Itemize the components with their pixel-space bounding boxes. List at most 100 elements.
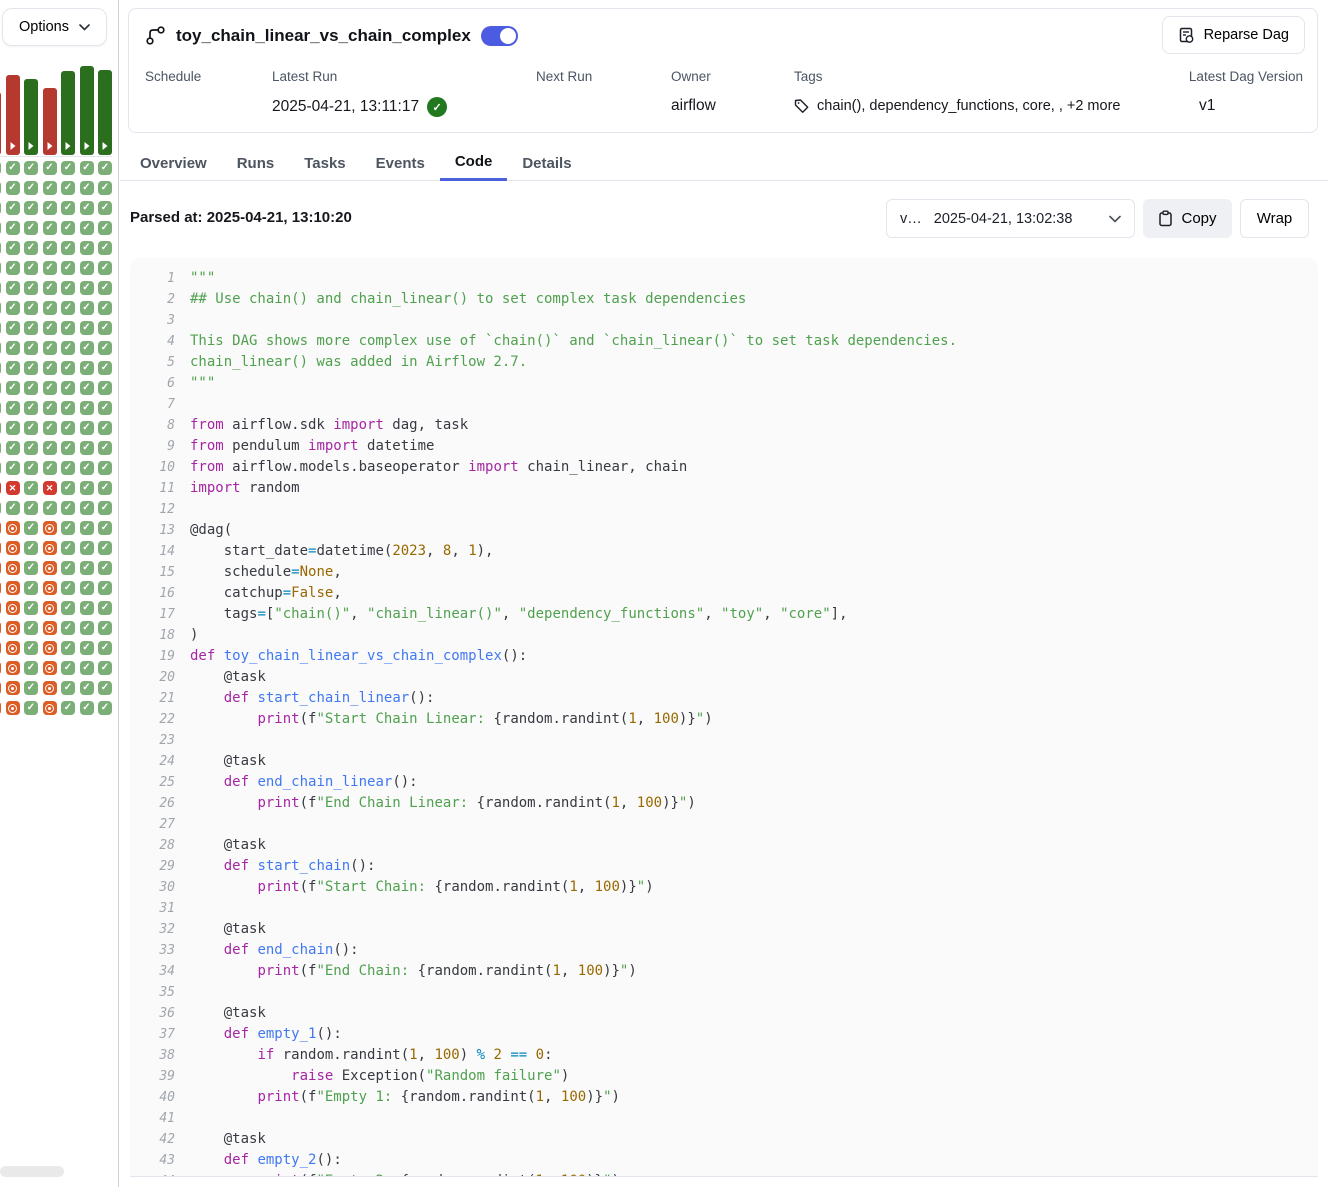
- task-instance-cell-r26-c5[interactable]: ✓: [80, 681, 94, 695]
- task-instance-cell-r14-c3[interactable]: ✓: [43, 441, 57, 455]
- task-instance-cell-r23-c2[interactable]: ✓: [24, 621, 38, 635]
- task-instance-cell-r10-c4[interactable]: ✓: [61, 361, 75, 375]
- task-instance-cell-r17-c0[interactable]: ✓: [0, 501, 1, 515]
- task-instance-cell-r22-c3[interactable]: [43, 601, 57, 615]
- task-instance-cell-r11-c3[interactable]: ✓: [43, 381, 57, 395]
- dag-run-bar-0[interactable]: [0, 92, 1, 155]
- task-instance-cell-r16-c3[interactable]: ✕: [43, 481, 57, 495]
- task-instance-cell-r12-c4[interactable]: ✓: [61, 401, 75, 415]
- tab-overview[interactable]: Overview: [125, 145, 222, 181]
- task-instance-cell-r6-c5[interactable]: ✓: [80, 281, 94, 295]
- task-instance-cell-r0-c1[interactable]: ✓: [6, 161, 20, 175]
- task-instance-cell-r4-c6[interactable]: ✓: [98, 241, 112, 255]
- task-instance-cell-r17-c2[interactable]: ✓: [24, 501, 38, 515]
- task-instance-cell-r2-c2[interactable]: ✓: [24, 201, 38, 215]
- task-instance-cell-r25-c3[interactable]: [43, 661, 57, 675]
- task-instance-cell-r27-c2[interactable]: ✓: [24, 701, 38, 715]
- task-instance-cell-r11-c4[interactable]: ✓: [61, 381, 75, 395]
- task-instance-cell-r13-c6[interactable]: ✓: [98, 421, 112, 435]
- task-instance-cell-r19-c5[interactable]: ✓: [80, 541, 94, 555]
- task-instance-cell-r23-c6[interactable]: ✓: [98, 621, 112, 635]
- dag-run-bar-2[interactable]: [24, 79, 38, 155]
- dag-run-bar-4[interactable]: [61, 71, 75, 155]
- task-instance-cell-r14-c5[interactable]: ✓: [80, 441, 94, 455]
- task-instance-cell-r3-c0[interactable]: ✓: [0, 221, 1, 235]
- task-instance-cell-r1-c5[interactable]: ✓: [80, 181, 94, 195]
- horizontal-scrollbar[interactable]: [0, 1166, 64, 1177]
- task-instance-cell-r6-c4[interactable]: ✓: [61, 281, 75, 295]
- task-instance-cell-r13-c0[interactable]: ✓: [0, 421, 1, 435]
- task-instance-cell-r25-c6[interactable]: ✓: [98, 661, 112, 675]
- task-instance-cell-r16-c5[interactable]: ✓: [80, 481, 94, 495]
- task-instance-cell-r7-c3[interactable]: ✓: [43, 301, 57, 315]
- task-instance-cell-r10-c3[interactable]: ✓: [43, 361, 57, 375]
- task-instance-cell-r16-c0[interactable]: ✕: [0, 481, 1, 495]
- task-instance-cell-r3-c5[interactable]: ✓: [80, 221, 94, 235]
- task-instance-cell-r24-c0[interactable]: [0, 641, 1, 655]
- task-instance-cell-r27-c1[interactable]: [6, 701, 20, 715]
- task-instance-cell-r12-c1[interactable]: ✓: [6, 401, 20, 415]
- task-instance-cell-r8-c5[interactable]: ✓: [80, 321, 94, 335]
- wrap-code-button[interactable]: Wrap: [1240, 199, 1309, 238]
- task-instance-cell-r22-c1[interactable]: [6, 601, 20, 615]
- task-instance-cell-r17-c4[interactable]: ✓: [61, 501, 75, 515]
- task-instance-cell-r14-c1[interactable]: ✓: [6, 441, 20, 455]
- tab-tasks[interactable]: Tasks: [289, 145, 360, 181]
- task-instance-cell-r6-c6[interactable]: ✓: [98, 281, 112, 295]
- task-instance-cell-r3-c6[interactable]: ✓: [98, 221, 112, 235]
- task-instance-cell-r27-c4[interactable]: ✓: [61, 701, 75, 715]
- tab-code[interactable]: Code: [440, 145, 508, 181]
- tab-events[interactable]: Events: [361, 145, 440, 181]
- task-instance-cell-r8-c2[interactable]: ✓: [24, 321, 38, 335]
- task-instance-cell-r20-c4[interactable]: ✓: [61, 561, 75, 575]
- task-instance-cell-r2-c4[interactable]: ✓: [61, 201, 75, 215]
- task-instance-cell-r21-c1[interactable]: [6, 581, 20, 595]
- task-instance-cell-r16-c1[interactable]: ✕: [6, 481, 20, 495]
- task-instance-cell-r9-c5[interactable]: ✓: [80, 341, 94, 355]
- task-instance-cell-r3-c1[interactable]: ✓: [6, 221, 20, 235]
- task-instance-cell-r13-c3[interactable]: ✓: [43, 421, 57, 435]
- task-instance-cell-r20-c1[interactable]: [6, 561, 20, 575]
- task-instance-cell-r18-c0[interactable]: [0, 521, 1, 535]
- task-instance-cell-r10-c1[interactable]: ✓: [6, 361, 20, 375]
- task-instance-cell-r7-c5[interactable]: ✓: [80, 301, 94, 315]
- task-instance-cell-r27-c3[interactable]: [43, 701, 57, 715]
- task-instance-cell-r0-c0[interactable]: ✓: [0, 161, 1, 175]
- task-instance-cell-r1-c6[interactable]: ✓: [98, 181, 112, 195]
- task-instance-cell-r19-c4[interactable]: ✓: [61, 541, 75, 555]
- task-instance-cell-r2-c5[interactable]: ✓: [80, 201, 94, 215]
- task-instance-cell-r7-c4[interactable]: ✓: [61, 301, 75, 315]
- task-instance-cell-r25-c2[interactable]: ✓: [24, 661, 38, 675]
- task-instance-cell-r24-c1[interactable]: [6, 641, 20, 655]
- task-instance-cell-r26-c0[interactable]: [0, 681, 1, 695]
- task-instance-cell-r27-c0[interactable]: [0, 701, 1, 715]
- options-button[interactable]: Options: [2, 8, 107, 46]
- task-instance-cell-r20-c5[interactable]: ✓: [80, 561, 94, 575]
- task-instance-cell-r23-c5[interactable]: ✓: [80, 621, 94, 635]
- task-instance-cell-r19-c1[interactable]: [6, 541, 20, 555]
- task-instance-cell-r19-c3[interactable]: [43, 541, 57, 555]
- task-instance-cell-r23-c3[interactable]: [43, 621, 57, 635]
- dag-run-bar-3[interactable]: [43, 88, 57, 155]
- task-instance-cell-r9-c3[interactable]: ✓: [43, 341, 57, 355]
- task-instance-cell-r11-c6[interactable]: ✓: [98, 381, 112, 395]
- task-instance-cell-r13-c4[interactable]: ✓: [61, 421, 75, 435]
- task-instance-cell-r25-c5[interactable]: ✓: [80, 661, 94, 675]
- task-instance-cell-r0-c6[interactable]: ✓: [98, 161, 112, 175]
- task-instance-cell-r20-c3[interactable]: [43, 561, 57, 575]
- task-instance-cell-r1-c4[interactable]: ✓: [61, 181, 75, 195]
- task-instance-cell-r24-c4[interactable]: ✓: [61, 641, 75, 655]
- task-instance-cell-r9-c4[interactable]: ✓: [61, 341, 75, 355]
- task-instance-cell-r19-c0[interactable]: [0, 541, 1, 555]
- task-instance-cell-r2-c0[interactable]: ✓: [0, 201, 1, 215]
- dag-run-bar-6[interactable]: [98, 70, 112, 155]
- task-instance-cell-r27-c5[interactable]: ✓: [80, 701, 94, 715]
- task-instance-cell-r26-c2[interactable]: ✓: [24, 681, 38, 695]
- task-instance-cell-r12-c0[interactable]: ✓: [0, 401, 1, 415]
- tab-runs[interactable]: Runs: [222, 145, 290, 181]
- task-instance-cell-r25-c0[interactable]: [0, 661, 1, 675]
- task-instance-cell-r23-c4[interactable]: ✓: [61, 621, 75, 635]
- task-instance-cell-r0-c2[interactable]: ✓: [24, 161, 38, 175]
- task-instance-cell-r27-c6[interactable]: ✓: [98, 701, 112, 715]
- task-instance-cell-r15-c0[interactable]: ✓: [0, 461, 1, 475]
